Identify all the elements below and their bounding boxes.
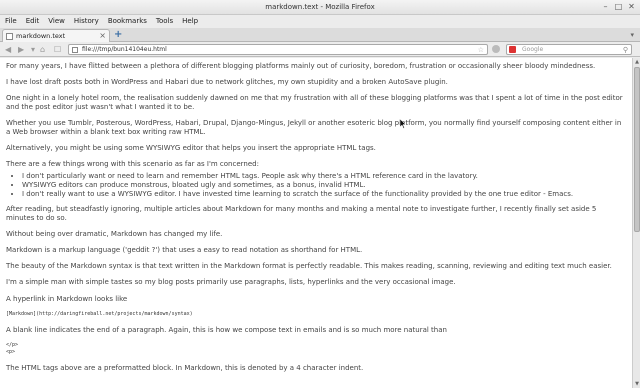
paragraph: The beauty of the Markdown syntax is tha…	[6, 262, 612, 271]
search-engine-icon[interactable]	[509, 46, 516, 53]
tab-list-icon[interactable]: ▾	[630, 31, 634, 39]
list-item: I don't particularly want or need to lea…	[22, 172, 626, 181]
window-controls: – □ ✕	[601, 2, 636, 11]
paragraph: After reading, but steadfastly ignoring,…	[6, 205, 597, 222]
home-icon[interactable]: ⌂	[40, 45, 45, 54]
paragraph: For many years, I have flitted between a…	[6, 62, 596, 70]
navigation-toolbar: ◀ ▶ ▾ ⌂ ☐ file:///tmp/bun14104eu.html ☆ …	[0, 42, 640, 57]
window-title: markdown.text - Mozilla Firefox	[265, 3, 375, 11]
menu-file[interactable]: File	[5, 15, 17, 28]
paragraph: There are a few things wrong with this s…	[6, 160, 259, 169]
paragraph: I'm a simple man with simple tastes so m…	[6, 278, 456, 287]
code-block: [Markdown](http://daringfireball.net/pro…	[6, 310, 193, 317]
window-titlebar: markdown.text - Mozilla Firefox – □ ✕	[0, 0, 640, 15]
site-identity-icon	[72, 47, 78, 53]
bookmark-page-icon[interactable]: ☐	[54, 45, 61, 54]
star-icon[interactable]: ☆	[478, 45, 484, 55]
paragraph: Alternatively, you might be using some W…	[6, 143, 376, 152]
paragraph: Markdown is a markup language ('geddit ?…	[6, 246, 363, 255]
scroll-down-icon[interactable]: ▼	[634, 381, 640, 387]
paragraph: Without being over dramatic, Markdown ha…	[6, 229, 223, 238]
paragraph: I have lost draft posts both in WordPres…	[6, 78, 448, 87]
url-text: file:///tmp/bun14104eu.html	[82, 46, 167, 53]
scroll-thumb[interactable]	[634, 67, 640, 232]
minimize-icon[interactable]: –	[601, 2, 610, 11]
close-window-icon[interactable]: ✕	[627, 2, 636, 11]
menu-help[interactable]: Help	[182, 15, 198, 28]
paragraph: One night in a lonely hotel room, the re…	[6, 94, 623, 111]
search-input[interactable]: Google ⚲	[506, 44, 632, 55]
menu-edit[interactable]: Edit	[26, 15, 40, 28]
menubar: File Edit View History Bookmarks Tools H…	[0, 15, 640, 28]
scroll-up-icon[interactable]: ▲	[634, 59, 640, 65]
paragraph: A blank line indicates the end of a para…	[6, 325, 447, 334]
tab-label: markdown.text	[16, 32, 66, 40]
forward-icon[interactable]: ▶	[18, 45, 24, 54]
search-placeholder: Google	[522, 46, 544, 53]
text-cursor-icon	[400, 119, 406, 129]
bullet-list: I don't particularly want or need to lea…	[6, 172, 626, 198]
maximize-icon[interactable]: □	[614, 2, 623, 11]
menu-history[interactable]: History	[74, 15, 99, 28]
paragraph: A hyperlink in Markdown looks like	[6, 294, 128, 303]
reload-icon[interactable]	[492, 45, 500, 53]
list-item: WYSIWYG editors can produce monstrous, b…	[22, 181, 626, 190]
menu-bookmarks[interactable]: Bookmarks	[108, 15, 147, 28]
tab-strip: markdown.text × + ▾	[0, 28, 640, 42]
menu-tools[interactable]: Tools	[156, 15, 173, 28]
list-item: I don't really want to use a WYSIWYG edi…	[22, 190, 626, 199]
url-bar[interactable]: file:///tmp/bun14104eu.html ☆	[68, 44, 488, 55]
close-tab-icon[interactable]: ×	[99, 30, 106, 42]
page-icon	[6, 33, 13, 40]
search-icon[interactable]: ⚲	[623, 45, 628, 55]
tab-markdown[interactable]: markdown.text ×	[2, 29, 110, 42]
new-tab-icon[interactable]: +	[114, 29, 122, 41]
code-block: </p> <p>	[6, 342, 19, 355]
menu-view[interactable]: View	[48, 15, 65, 28]
paragraph: The HTML tags above are a preformatted b…	[6, 364, 364, 372]
vertical-scrollbar[interactable]: ▲ ▼	[632, 58, 640, 388]
back-icon[interactable]: ◀	[5, 45, 11, 54]
paragraph: Whether you use Tumblr, Posterous, WordP…	[6, 119, 622, 136]
page-content: For many years, I have flitted between a…	[0, 58, 632, 388]
history-dropdown-icon[interactable]: ▾	[31, 45, 35, 54]
